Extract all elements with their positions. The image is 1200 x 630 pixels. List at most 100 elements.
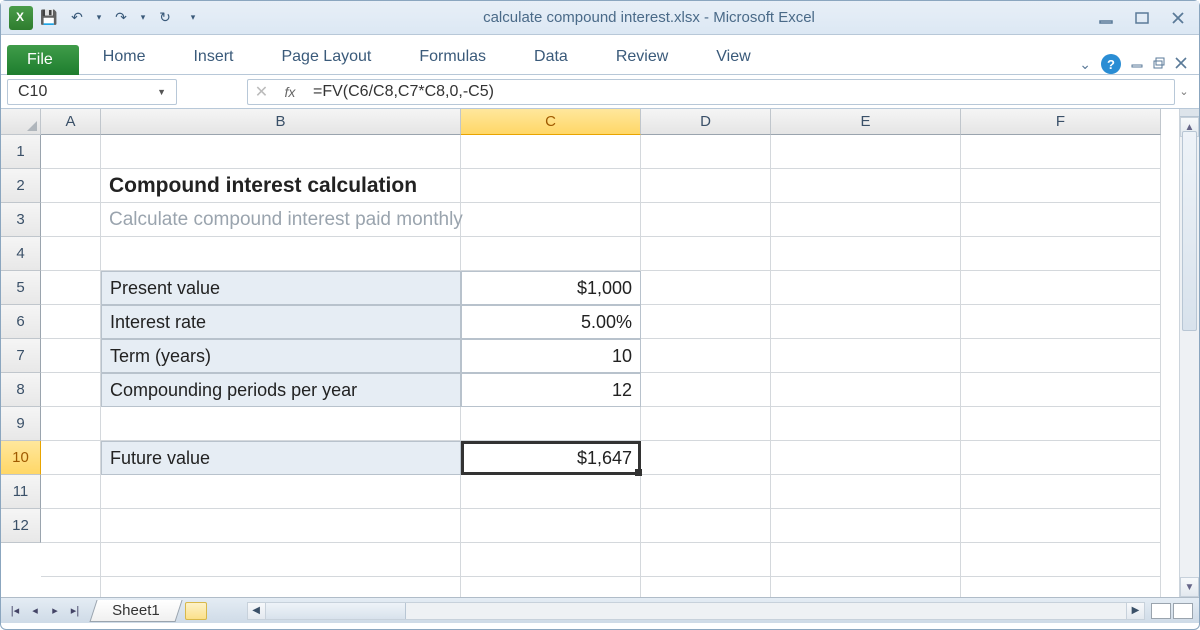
formula-bar-expand-icon[interactable]: ⌄ [1175,85,1193,98]
column-header-e[interactable]: E [771,109,961,135]
cell[interactable] [641,407,771,441]
cell[interactable] [641,543,771,577]
cell[interactable] [771,237,961,271]
column-header-f[interactable]: F [961,109,1161,135]
undo-dropdown-icon[interactable]: ▾ [93,6,105,30]
cell[interactable] [771,339,961,373]
minimize-button[interactable] [1093,9,1119,27]
close-button[interactable] [1165,9,1191,27]
cell[interactable] [41,237,101,271]
value-cell[interactable]: 12 [461,373,641,407]
vertical-scroll-thumb[interactable] [1182,131,1197,331]
redo-dropdown-icon[interactable]: ▾ [137,6,149,30]
column-header-c[interactable]: C [461,109,641,135]
cell[interactable] [41,203,101,237]
new-sheet-button[interactable] [185,602,207,620]
row-header-8[interactable]: 8 [1,373,41,407]
spreadsheet-grid[interactable]: ABCDEF 123456789101112 Compound interest… [1,109,1179,597]
cell[interactable] [41,339,101,373]
vertical-split-handle[interactable] [1180,109,1199,117]
cell[interactable] [771,271,961,305]
tab-view[interactable]: View [692,40,774,74]
fill-handle[interactable] [635,469,642,476]
cell[interactable] [641,271,771,305]
cell[interactable] [961,271,1161,305]
last-sheet-icon[interactable]: ▸| [65,601,85,621]
cell[interactable] [41,169,101,203]
workbook-minimize-icon[interactable] [1131,56,1143,72]
redo-icon[interactable]: ↷ [109,6,133,30]
cell[interactable] [41,441,101,475]
tab-review[interactable]: Review [592,40,692,74]
tab-page-layout[interactable]: Page Layout [257,40,395,74]
cell[interactable] [461,407,641,441]
normal-view-icon[interactable] [1151,603,1171,619]
cell[interactable] [961,305,1161,339]
cell[interactable] [41,305,101,339]
value-cell[interactable]: 5.00% [461,305,641,339]
cell[interactable] [461,543,641,577]
cell[interactable] [41,407,101,441]
cell[interactable] [771,373,961,407]
name-box-dropdown-icon[interactable]: ▼ [157,87,166,97]
cell[interactable] [101,407,461,441]
tab-formulas[interactable]: Formulas [395,40,510,74]
cell[interactable] [41,271,101,305]
help-icon[interactable]: ? [1101,54,1121,74]
cell[interactable] [41,509,101,543]
column-header-a[interactable]: A [41,109,101,135]
label-cell[interactable]: Term (years) [101,339,461,373]
horizontal-scrollbar[interactable]: ◀ ▶ [247,602,1145,620]
cell[interactable] [461,135,641,169]
cell[interactable] [461,509,641,543]
cell[interactable] [961,475,1161,509]
cell[interactable] [961,135,1161,169]
cell[interactable] [961,373,1161,407]
cell[interactable] [961,441,1161,475]
tab-insert[interactable]: Insert [169,40,257,74]
cell[interactable] [961,509,1161,543]
cell[interactable] [641,373,771,407]
page-layout-view-icon[interactable] [1173,603,1193,619]
cell[interactable] [961,237,1161,271]
workbook-restore-icon[interactable] [1153,56,1165,72]
row-header-12[interactable]: 12 [1,509,41,543]
undo-icon[interactable]: ↶ [65,6,89,30]
cell[interactable] [41,475,101,509]
tab-data[interactable]: Data [510,40,592,74]
tab-home[interactable]: Home [79,40,170,74]
formula-input[interactable]: =FV(C6/C8,C7*C8,0,-C5) [305,79,1175,105]
cell[interactable] [641,305,771,339]
row-header-2[interactable]: 2 [1,169,41,203]
value-cell[interactable]: $1,000 [461,271,641,305]
label-cell[interactable]: Compounding periods per year [101,373,461,407]
cell[interactable] [101,475,461,509]
value-cell[interactable]: 10 [461,339,641,373]
sheet-tab-sheet1[interactable]: Sheet1 [89,600,182,622]
row-header-7[interactable]: 7 [1,339,41,373]
fx-icon[interactable]: fx [275,79,305,105]
row-header-4[interactable]: 4 [1,237,41,271]
cell[interactable] [41,373,101,407]
cell[interactable] [101,237,461,271]
horizontal-scroll-thumb[interactable] [266,603,406,619]
cell[interactable] [641,169,771,203]
cell[interactable] [961,169,1161,203]
cell[interactable] [641,203,771,237]
cell[interactable] [101,543,461,577]
scroll-right-icon[interactable]: ▶ [1126,603,1144,619]
workbook-close-icon[interactable] [1175,56,1187,72]
prev-sheet-icon[interactable]: ◂ [25,601,45,621]
file-tab[interactable]: File [7,45,79,75]
cell[interactable] [771,475,961,509]
select-all-corner[interactable] [1,109,41,135]
ribbon-minimize-chevron-icon[interactable]: ⌄ [1079,56,1091,73]
touch-mode-icon[interactable]: ↻ [153,6,177,30]
scroll-left-icon[interactable]: ◀ [248,603,266,619]
next-sheet-icon[interactable]: ▸ [45,601,65,621]
selected-cell[interactable]: $1,647 [461,441,641,475]
cell[interactable] [961,543,1161,577]
cell[interactable] [771,203,961,237]
cell[interactable] [641,441,771,475]
cell[interactable] [641,135,771,169]
